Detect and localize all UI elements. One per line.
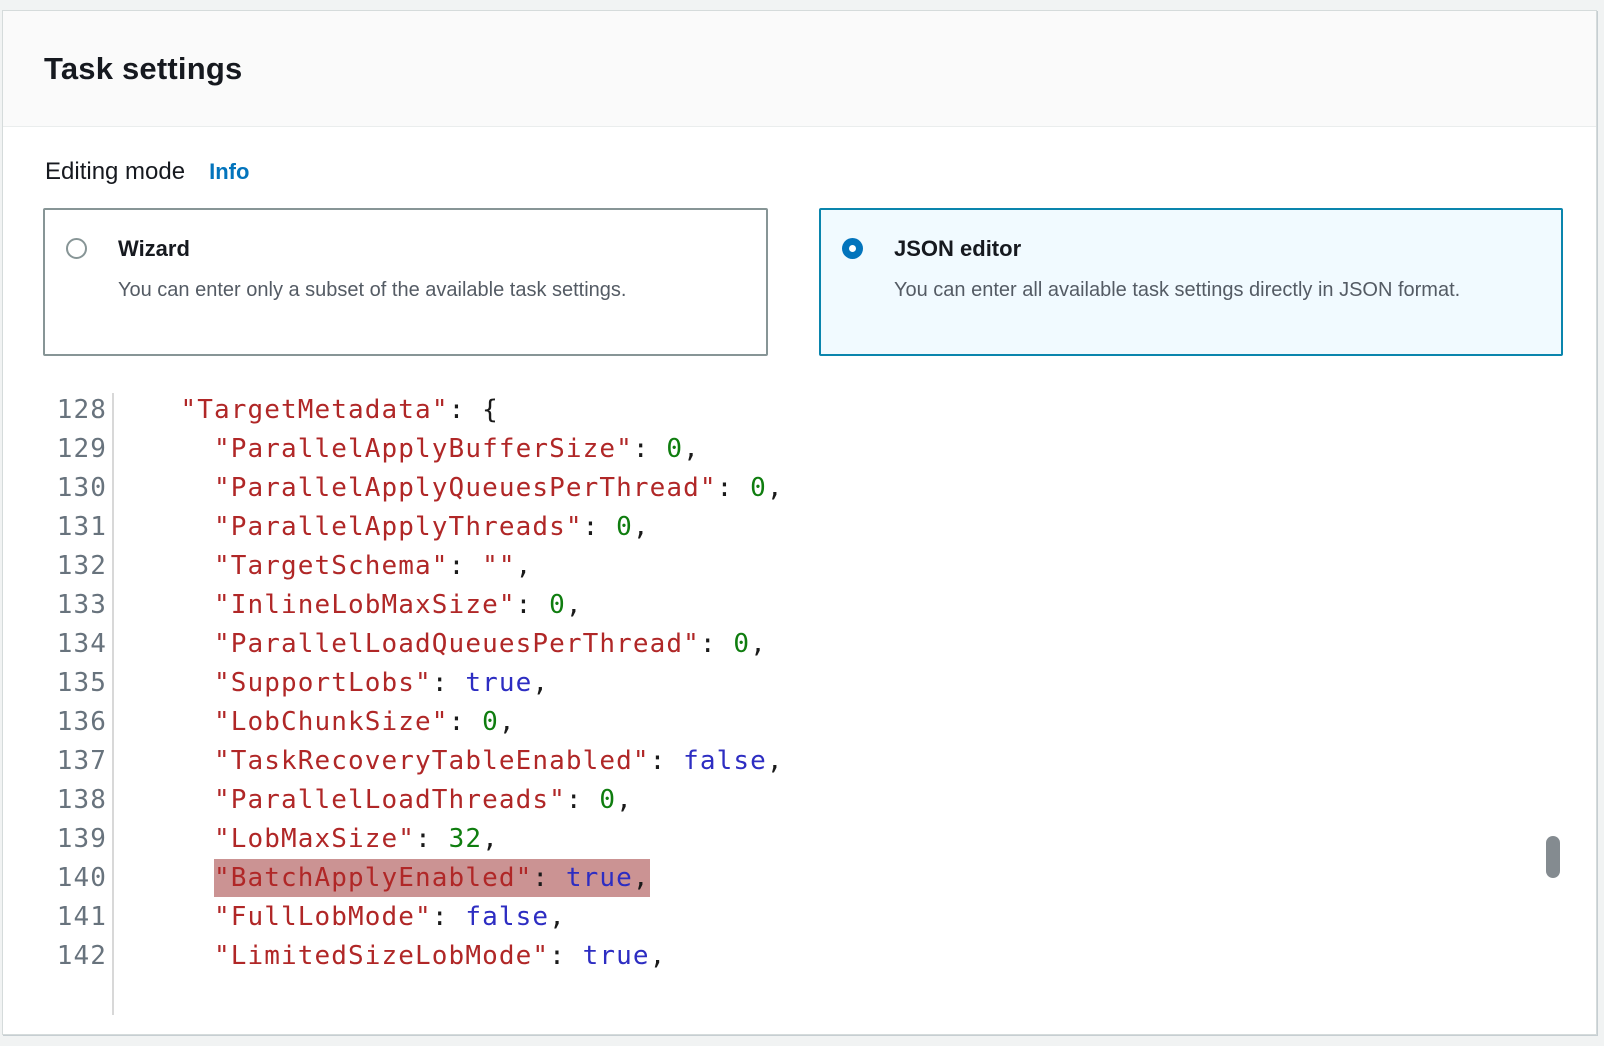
code-text: "InlineLobMaxSize": 0, xyxy=(107,586,583,625)
code-text: "ParallelLoadQueuesPerThread": 0, xyxy=(107,625,767,664)
line-number: 141 xyxy=(3,898,107,937)
line-number: 134 xyxy=(3,625,107,664)
code-text: "TargetSchema": "", xyxy=(107,547,532,586)
code-text: "ParallelLoadThreads": 0, xyxy=(107,781,633,820)
line-number: 142 xyxy=(3,937,107,976)
code-line[interactable]: 134 "ParallelLoadQueuesPerThread": 0, xyxy=(3,625,1592,664)
line-number: 137 xyxy=(3,742,107,781)
wizard-option-tile[interactable]: Wizard You can enter only a subset of th… xyxy=(43,208,768,356)
page-title: Task settings xyxy=(44,51,242,87)
json-editor-option-description: You can enter all available task setting… xyxy=(894,274,1460,306)
code-line[interactable]: 135 "SupportLobs": true, xyxy=(3,664,1592,703)
json-editor-option-tile[interactable]: JSON editor You can enter all available … xyxy=(819,208,1563,356)
vertical-scrollbar-thumb[interactable] xyxy=(1546,836,1560,878)
editing-mode-label: Editing mode xyxy=(45,158,185,186)
code-text: "LimitedSizeLobMode": true, xyxy=(107,937,666,976)
line-number: 135 xyxy=(3,664,107,703)
code-text: "SupportLobs": true, xyxy=(107,664,549,703)
line-number: 130 xyxy=(3,469,107,508)
code-line[interactable]: 132 "TargetSchema": "", xyxy=(3,547,1592,586)
code-line[interactable]: 131 "ParallelApplyThreads": 0, xyxy=(3,508,1592,547)
search-match-highlight: "BatchApplyEnabled" xyxy=(214,859,532,897)
code-line[interactable]: 136 "LobChunkSize": 0, xyxy=(3,703,1592,742)
line-number: 132 xyxy=(3,547,107,586)
search-match-highlight: , xyxy=(633,859,650,897)
json-code-editor[interactable]: 128 "TargetMetadata": {129 "ParallelAppl… xyxy=(3,391,1592,1015)
line-number: 140 xyxy=(3,859,107,898)
info-link[interactable]: Info xyxy=(209,159,249,185)
editing-mode-row: Editing mode Info xyxy=(45,158,249,186)
wizard-option-description: You can enter only a subset of the avail… xyxy=(118,274,626,306)
code-line[interactable]: 137 "TaskRecoveryTableEnabled": false, xyxy=(3,742,1592,781)
code-line[interactable]: 141 "FullLobMode": false, xyxy=(3,898,1592,937)
code-text: "FullLobMode": false, xyxy=(107,898,566,937)
line-number: 129 xyxy=(3,430,107,469)
code-line[interactable]: 140 "BatchApplyEnabled": true, xyxy=(3,859,1592,898)
code-line[interactable]: 129 "ParallelApplyBufferSize": 0, xyxy=(3,430,1592,469)
code-line[interactable]: 142 "LimitedSizeLobMode": true, xyxy=(3,937,1592,976)
code-text: "TaskRecoveryTableEnabled": false, xyxy=(107,742,784,781)
panel-header: Task settings xyxy=(3,11,1596,127)
wizard-option-label: Wizard xyxy=(118,235,626,263)
code-line[interactable]: 130 "ParallelApplyQueuesPerThread": 0, xyxy=(3,469,1592,508)
code-line[interactable]: 139 "LobMaxSize": 32, xyxy=(3,820,1592,859)
code-line-empty[interactable] xyxy=(3,976,1592,1015)
json-editor-radio-button[interactable] xyxy=(842,238,863,259)
code-line[interactable]: 133 "InlineLobMaxSize": 0, xyxy=(3,586,1592,625)
task-settings-panel: Task settings Editing mode Info Wizard Y… xyxy=(2,10,1597,1035)
code-text: "BatchApplyEnabled": true, xyxy=(107,859,650,898)
code-text: "TargetMetadata": { xyxy=(107,391,499,430)
line-number: 128 xyxy=(3,391,107,430)
code-text: "ParallelApplyThreads": 0, xyxy=(107,508,650,547)
wizard-radio-button[interactable] xyxy=(66,238,87,259)
code-text: "ParallelApplyQueuesPerThread": 0, xyxy=(107,469,784,508)
code-line[interactable]: 138 "ParallelLoadThreads": 0, xyxy=(3,781,1592,820)
code-line[interactable]: 128 "TargetMetadata": { xyxy=(3,391,1592,430)
search-match-highlight: true xyxy=(566,859,633,897)
line-number: 139 xyxy=(3,820,107,859)
line-number: 138 xyxy=(3,781,107,820)
code-text: "ParallelApplyBufferSize": 0, xyxy=(107,430,700,469)
line-number: 131 xyxy=(3,508,107,547)
json-editor-option-label: JSON editor xyxy=(894,235,1460,263)
line-number: 136 xyxy=(3,703,107,742)
code-lines: 128 "TargetMetadata": {129 "ParallelAppl… xyxy=(3,391,1592,1015)
gutter-divider xyxy=(112,393,114,1015)
code-text: "LobMaxSize": 32, xyxy=(107,820,499,859)
code-text: "LobChunkSize": 0, xyxy=(107,703,516,742)
line-number: 133 xyxy=(3,586,107,625)
search-match-highlight: : xyxy=(532,859,566,897)
